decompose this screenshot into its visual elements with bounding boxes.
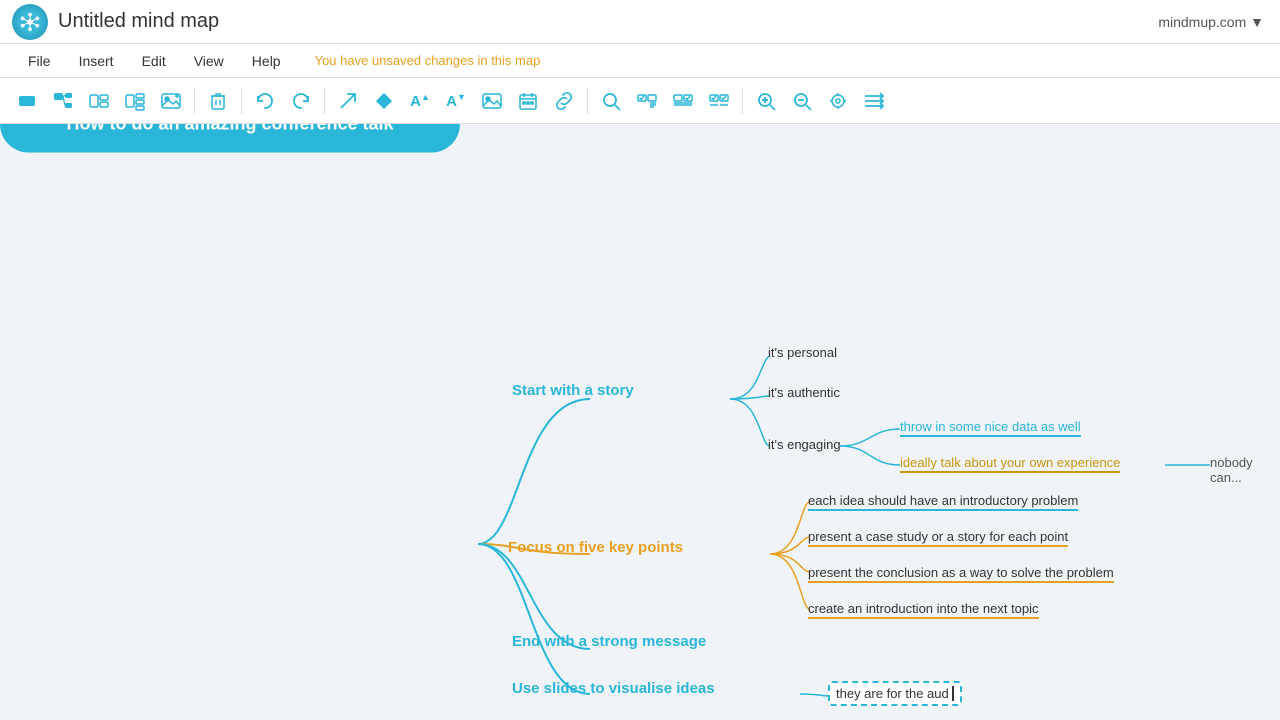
branch-five-points[interactable]: Focus on five key points	[508, 539, 683, 556]
check-mark-button[interactable]	[702, 84, 736, 118]
canvas[interactable]: How to do an amazing conference talk Sta…	[0, 124, 1280, 720]
leaf-nice-data[interactable]: throw in some nice data as well	[900, 419, 1081, 434]
menu-view[interactable]: View	[180, 51, 238, 71]
zoom-out-button[interactable]	[785, 84, 819, 118]
leaf-case-study[interactable]: present a case study or a story for each…	[808, 529, 1068, 544]
titlebar: Untitled mind map mindmup.com ▼	[0, 0, 1280, 44]
unsaved-changes-message: You have unsaved changes in this map	[315, 53, 541, 68]
menubar: File Insert Edit View Help You have unsa…	[0, 44, 1280, 78]
brand-label: mindmup.com ▼	[1158, 14, 1264, 30]
menu-insert[interactable]: Insert	[65, 51, 128, 71]
leaf-engaging[interactable]: it's engaging	[768, 437, 841, 452]
uncheck-button[interactable]	[666, 84, 700, 118]
leaf-conclusion[interactable]: present the conclusion as a way to solve…	[808, 565, 1114, 580]
menu-edit[interactable]: Edit	[128, 51, 180, 71]
leaf-nobody: nobody can...	[1210, 455, 1280, 485]
sep1	[194, 88, 195, 114]
branch-strong-message[interactable]: End with a strong message	[512, 633, 706, 650]
leaf-introductory-problem[interactable]: each idea should have an introductory pr…	[808, 493, 1078, 508]
arrow-button[interactable]	[331, 84, 365, 118]
mindmap-connections	[0, 124, 1280, 720]
add-node-button[interactable]	[10, 84, 44, 118]
leaf-personal[interactable]: it's personal	[768, 345, 837, 360]
diamond-button[interactable]	[367, 84, 401, 118]
leaf-authentic[interactable]: it's authentic	[768, 385, 840, 400]
leaf-intro-next[interactable]: create an introduction into the next top…	[808, 601, 1039, 616]
document-title: Untitled mind map	[58, 10, 1158, 33]
font-increase-button[interactable]: A▲	[403, 84, 437, 118]
add-child-button[interactable]	[46, 84, 80, 118]
collapse-button[interactable]	[857, 84, 891, 118]
leaf-slides-child[interactable]: they are for the aud	[828, 681, 962, 706]
delete-button[interactable]	[201, 84, 235, 118]
central-node[interactable]: How to do an amazing conference talk	[0, 124, 460, 153]
menu-file[interactable]: File	[14, 51, 65, 71]
group-button[interactable]	[82, 84, 116, 118]
font-decrease-button[interactable]: A▼	[439, 84, 473, 118]
group-child-button[interactable]	[118, 84, 152, 118]
insert-image-button[interactable]	[154, 84, 188, 118]
branch-start-story[interactable]: Start with a story	[512, 382, 634, 399]
leaf-own-experience[interactable]: ideally talk about your own experience	[900, 455, 1120, 470]
sep5	[742, 88, 743, 114]
zoom-fit-button[interactable]	[821, 84, 855, 118]
redo-button[interactable]	[284, 84, 318, 118]
hyperlink-button[interactable]	[547, 84, 581, 118]
check-all-button[interactable]	[630, 84, 664, 118]
sep2	[241, 88, 242, 114]
calendar-button[interactable]	[511, 84, 545, 118]
zoom-in-button[interactable]	[749, 84, 783, 118]
menu-help[interactable]: Help	[238, 51, 295, 71]
sep4	[587, 88, 588, 114]
branch-use-slides[interactable]: Use slides to visualise ideas	[512, 680, 715, 697]
toolbar: A▲ A▼	[0, 78, 1280, 124]
app-logo	[12, 4, 48, 40]
search-button[interactable]	[594, 84, 628, 118]
sep3	[324, 88, 325, 114]
undo-button[interactable]	[248, 84, 282, 118]
image-button[interactable]	[475, 84, 509, 118]
